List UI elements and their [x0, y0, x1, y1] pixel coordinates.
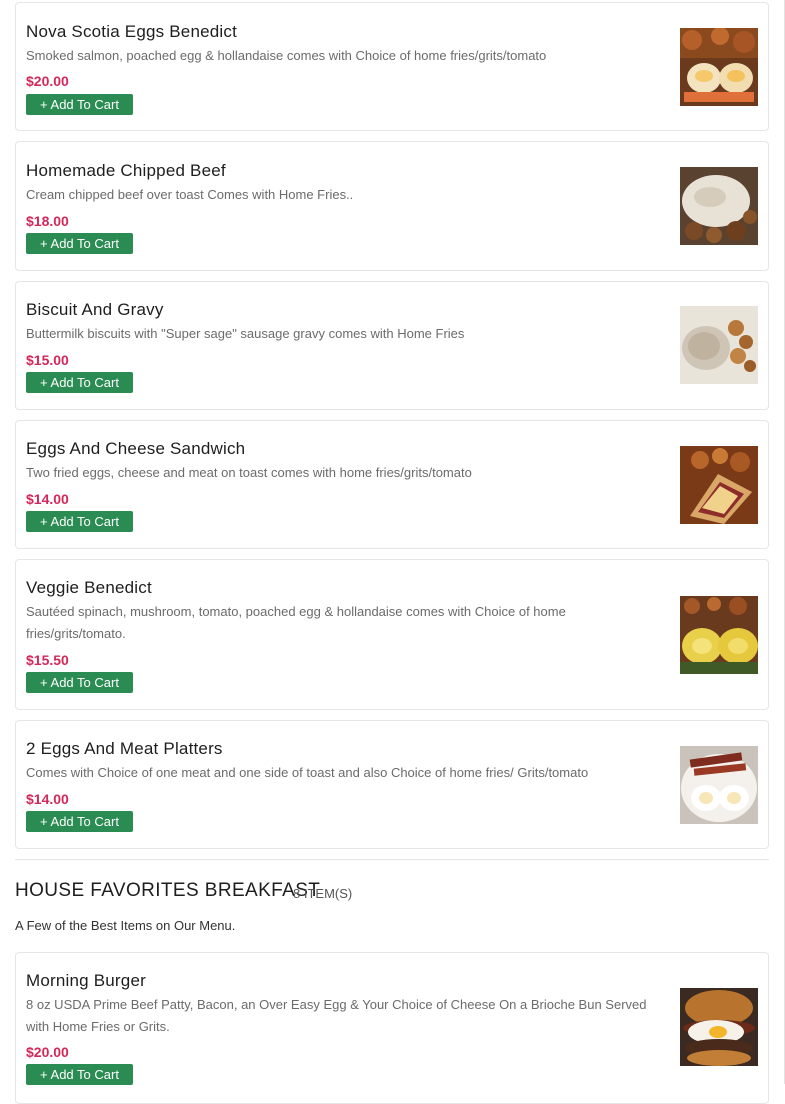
item-description: Smoked salmon, poached egg & hollandaise…: [26, 48, 547, 63]
item-photo[interactable]: [680, 746, 758, 824]
item-price: $20.00: [26, 73, 69, 89]
item-photo[interactable]: [680, 28, 758, 106]
item-name: Morning Burger: [26, 971, 146, 990]
item-photo[interactable]: [680, 988, 758, 1066]
item-photo[interactable]: [680, 596, 758, 674]
item-name: Eggs And Cheese Sandwich: [26, 439, 246, 458]
item-description: Comes with Choice of one meat and one si…: [26, 765, 589, 780]
item-description: 8 oz USDA Prime Beef Patty, Bacon, an Ov…: [26, 997, 647, 1034]
add-to-cart-button[interactable]: + Add To Cart: [26, 233, 133, 254]
item-price: $18.00: [26, 213, 69, 229]
add-to-cart-button[interactable]: + Add To Cart: [26, 1064, 133, 1085]
item-description: Buttermilk biscuits with "Super sage" sa…: [26, 326, 465, 341]
item-name: Homemade Chipped Beef: [26, 161, 226, 180]
item-price: $14.00: [26, 491, 69, 507]
menu-item-card[interactable]: Veggie Benedict Sautéed spinach, mushroo…: [15, 559, 769, 710]
add-to-cart-button[interactable]: + Add To Cart: [26, 94, 133, 115]
item-price: $15.00: [26, 352, 69, 368]
add-to-cart-button[interactable]: + Add To Cart: [26, 811, 133, 832]
item-price: $15.50: [26, 652, 69, 668]
item-photo[interactable]: [680, 167, 758, 245]
menu-item-card[interactable]: Eggs And Cheese Sandwich Two fried eggs,…: [15, 420, 769, 549]
item-photo[interactable]: [680, 306, 758, 384]
item-description: Cream chipped beef over toast Comes with…: [26, 187, 354, 202]
menu-item-card[interactable]: Morning Burger 8 oz USDA Prime Beef Patt…: [15, 952, 769, 1104]
item-price: $20.00: [26, 1044, 69, 1060]
add-to-cart-button[interactable]: + Add To Cart: [26, 672, 133, 693]
menu-item-card[interactable]: Biscuit And Gravy Buttermilk biscuits wi…: [15, 281, 769, 410]
item-price: $14.00: [26, 791, 69, 807]
menu-item-card[interactable]: Homemade Chipped Beef Cream chipped beef…: [15, 141, 769, 271]
add-to-cart-button[interactable]: + Add To Cart: [26, 511, 133, 532]
menu-item-card[interactable]: 2 Eggs And Meat Platters Comes with Choi…: [15, 720, 769, 849]
item-description: Sautéed spinach, mushroom, tomato, poach…: [26, 604, 566, 641]
section-description: A Few of the Best Items on Our Menu.: [15, 918, 236, 933]
item-name: Veggie Benedict: [26, 578, 152, 597]
section-title: HOUSE FAVORITES BREAKFAST: [15, 880, 321, 901]
item-description: Two fried eggs, cheese and meat on toast…: [26, 465, 472, 480]
section-divider: [15, 859, 769, 860]
add-to-cart-button[interactable]: + Add To Cart: [26, 372, 133, 393]
item-name: Biscuit And Gravy: [26, 300, 164, 319]
item-name: Nova Scotia Eggs Benedict: [26, 22, 238, 41]
item-name: 2 Eggs And Meat Platters: [26, 739, 223, 758]
menu-item-card[interactable]: Nova Scotia Eggs Benedict Smoked salmon,…: [15, 2, 769, 131]
item-photo[interactable]: [680, 446, 758, 524]
section-item-count: 8 ITEM(S): [293, 886, 353, 901]
